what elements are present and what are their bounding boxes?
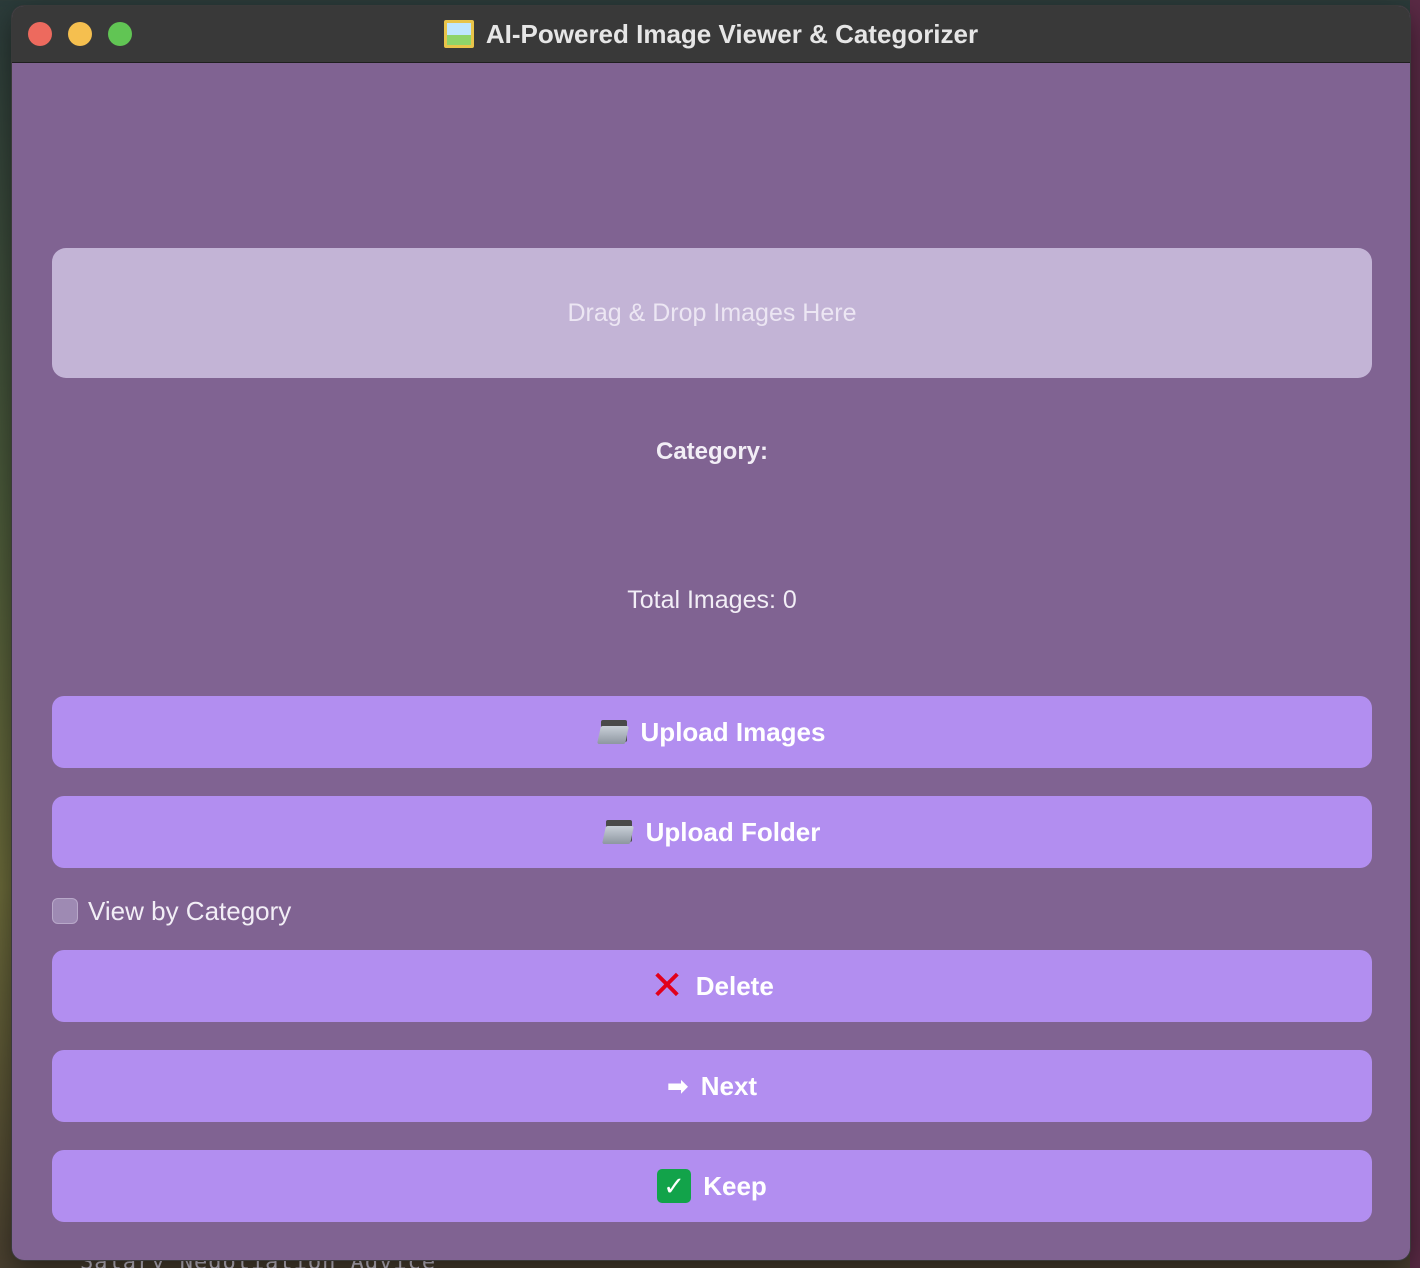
framed-picture-icon xyxy=(443,20,474,48)
folder-icon xyxy=(601,820,634,844)
category-label: Category: xyxy=(655,438,769,465)
keep-button[interactable]: ✓ Keep xyxy=(52,1150,1372,1222)
keep-label: Keep xyxy=(703,1170,767,1201)
upload-folder-button[interactable]: Upload Folder xyxy=(52,796,1372,868)
right-arrow-icon: ➡ xyxy=(666,1070,689,1101)
drag-drop-zone[interactable]: Drag & Drop Images Here xyxy=(52,248,1372,378)
total-images-label: Total Images: 0 xyxy=(627,586,797,614)
next-button[interactable]: ➡ Next xyxy=(52,1050,1372,1122)
next-label: Next xyxy=(700,1070,758,1101)
app-window: AI-Powered Image Viewer & Categorizer Dr… xyxy=(12,6,1410,1260)
open-folder-icon xyxy=(596,720,629,744)
delete-button[interactable]: ✕ Delete xyxy=(52,950,1372,1022)
delete-label: Delete xyxy=(695,970,774,1001)
upload-images-label: Upload Images xyxy=(640,716,826,747)
window-title-container: AI-Powered Image Viewer & Categorizer xyxy=(12,6,1410,62)
view-by-category-label: View by Category xyxy=(88,895,292,926)
titlebar[interactable]: AI-Powered Image Viewer & Categorizer xyxy=(12,6,1410,63)
window-title: AI-Powered Image Viewer & Categorizer xyxy=(485,18,979,49)
drag-drop-label: Drag & Drop Images Here xyxy=(567,298,857,327)
desktop-background-edge xyxy=(1410,0,1420,1268)
view-by-category-checkbox[interactable] xyxy=(52,898,78,924)
upload-images-button[interactable]: Upload Images xyxy=(52,696,1372,768)
cross-mark-icon: ✕ xyxy=(650,964,684,1008)
view-by-category-toggle[interactable]: View by Category xyxy=(52,894,291,928)
check-mark-icon: ✓ xyxy=(657,1169,692,1203)
upload-folder-label: Upload Folder xyxy=(645,816,821,847)
